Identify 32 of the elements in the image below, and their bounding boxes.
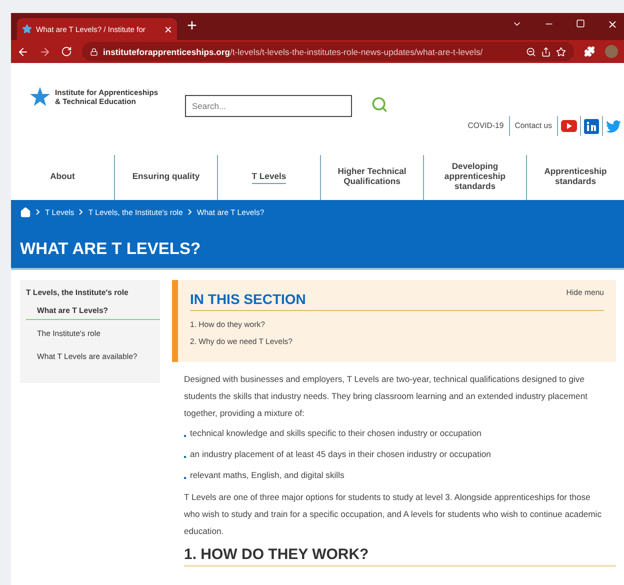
zoom-icon[interactable] bbox=[526, 46, 536, 56]
address-bar[interactable]: instituteforapprenticeships.org/t-levels/t-levels-the-institutes-role-news-updates/what-are-t-levels/ bbox=[82, 42, 574, 61]
reload-icon[interactable] bbox=[61, 46, 72, 57]
maximize-icon[interactable] bbox=[576, 19, 585, 28]
star-icon bbox=[22, 24, 32, 34]
section-heading: 1. HOW DO THEY WORK? bbox=[184, 546, 616, 567]
intro-paragraph: Designed with businesses and employers, T Levels are two-year, technical qualifications designed to give students the skills that industry needs. They bring classroom learning and an extended industry placement together, providing a mixture of: bbox=[184, 373, 588, 420]
linkedin-icon[interactable] bbox=[581, 116, 603, 136]
close-icon[interactable] bbox=[607, 19, 618, 30]
section-title: IN THIS SECTION bbox=[190, 291, 306, 307]
home-icon[interactable] bbox=[20, 207, 31, 218]
star-logo-icon bbox=[29, 87, 51, 107]
share-icon[interactable] bbox=[541, 46, 551, 56]
chevron-right-icon bbox=[36, 208, 40, 216]
forward-icon[interactable] bbox=[39, 46, 51, 58]
video-play-icon[interactable] bbox=[558, 116, 581, 136]
search-field[interactable]: Search... bbox=[185, 95, 352, 117]
back-icon[interactable] bbox=[17, 46, 29, 58]
bullet-text: relevant maths, English, and digital skills bbox=[190, 469, 344, 482]
lock-icon bbox=[90, 48, 98, 56]
tab-close-button[interactable]: × bbox=[164, 22, 172, 36]
nav-link[interactable]: About bbox=[11, 155, 114, 200]
chevron-right-icon bbox=[188, 208, 192, 216]
bookmark-star-icon[interactable] bbox=[556, 46, 566, 56]
search-icon[interactable] bbox=[371, 96, 388, 113]
bullet-text: technical knowledge and skills specific to their chosen industry or occupation bbox=[190, 427, 482, 440]
chevron-right-icon bbox=[79, 208, 84, 216]
extensions-icon[interactable] bbox=[584, 46, 595, 57]
page-title: WHAT ARE T LEVELS? bbox=[20, 240, 202, 259]
body-paragraph: T Levels are one of three major options for students to study at level 3. Alongside apprenticeships for those who wish to study and train for a specific occupation, and A levels for students who wish to continue academic education. bbox=[184, 491, 603, 538]
bullet-text: an industry placement of at least 45 days in their chosen industry or occupation bbox=[190, 448, 491, 461]
new-tab-button[interactable]: + bbox=[187, 16, 197, 36]
